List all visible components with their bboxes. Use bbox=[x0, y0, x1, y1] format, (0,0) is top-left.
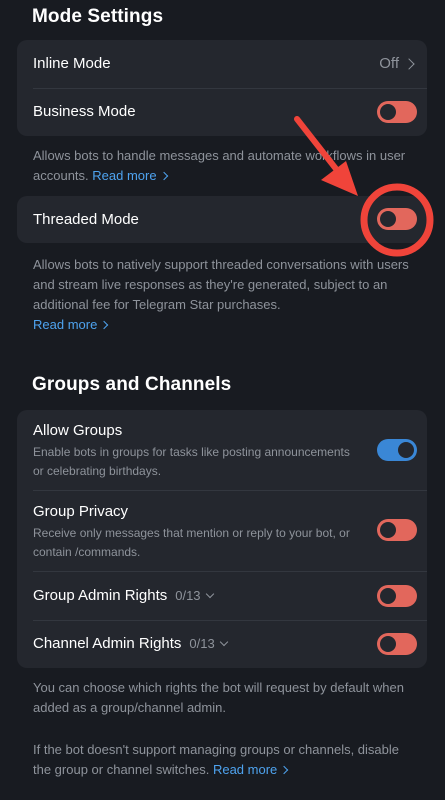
chevron-down-icon bbox=[205, 589, 214, 599]
chevron-right-icon bbox=[100, 320, 109, 330]
groups-card: Allow Groups Enable bots in groups for t… bbox=[17, 410, 427, 668]
toggle-knob bbox=[398, 442, 414, 458]
business-mode-row[interactable]: Business Mode bbox=[17, 88, 427, 136]
threaded-desc-text: Allows bots to natively support threaded… bbox=[33, 257, 409, 312]
business-read-more-link[interactable]: Read more bbox=[92, 168, 168, 183]
inline-mode-row[interactable]: Inline Mode Off bbox=[17, 40, 427, 88]
channel-admin-rights-row[interactable]: Channel Admin Rights 0/13 bbox=[17, 620, 427, 668]
switch-read-more-link[interactable]: Read more bbox=[212, 762, 289, 777]
threaded-mode-description: Allows bots to natively support threaded… bbox=[33, 255, 418, 335]
toggle-knob bbox=[380, 104, 396, 120]
toggle-knob bbox=[380, 211, 396, 227]
toggle-knob bbox=[380, 636, 396, 652]
threaded-mode-row[interactable]: Threaded Mode bbox=[17, 196, 427, 243]
group-admin-rights-toggle[interactable] bbox=[377, 585, 417, 607]
business-mode-toggle[interactable] bbox=[377, 101, 417, 123]
threaded-mode-card: Threaded Mode bbox=[17, 196, 427, 243]
channel-admin-rights-count: 0/13 bbox=[189, 636, 215, 651]
group-privacy-subtitle: Receive only messages that mention or re… bbox=[33, 526, 350, 559]
rights-description: You can choose which rights the bot will… bbox=[33, 680, 404, 715]
toggle-knob bbox=[380, 522, 396, 538]
toggle-knob bbox=[380, 588, 396, 604]
channel-admin-rights-label: Channel Admin Rights 0/13 bbox=[33, 635, 228, 652]
chevron-down-icon bbox=[219, 637, 228, 647]
group-admin-rights-text: Group Admin Rights bbox=[33, 587, 168, 604]
section-title-mode-settings: Mode Settings bbox=[32, 6, 164, 27]
mode-settings-card: Inline Mode Off Business Mode bbox=[17, 40, 427, 136]
group-admin-rights-label: Group Admin Rights 0/13 bbox=[33, 587, 214, 604]
group-admin-rights-row[interactable]: Group Admin Rights 0/13 bbox=[17, 572, 427, 620]
inline-mode-label: Inline Mode bbox=[33, 55, 111, 72]
group-privacy-row[interactable]: Group Privacy Receive only messages that… bbox=[17, 491, 427, 571]
threaded-read-more-link[interactable]: Read more bbox=[33, 317, 109, 332]
business-mode-label: Business Mode bbox=[33, 103, 136, 120]
allow-groups-row[interactable]: Allow Groups Enable bots in groups for t… bbox=[17, 410, 427, 490]
allow-groups-label: Allow Groups bbox=[33, 422, 123, 439]
allow-groups-toggle[interactable] bbox=[377, 439, 417, 461]
read-more-label: Read more bbox=[92, 168, 157, 183]
business-mode-description: Allows bots to handle messages and autom… bbox=[33, 146, 418, 186]
allow-groups-subtitle: Enable bots in groups for tasks like pos… bbox=[33, 445, 350, 478]
threaded-mode-label: Threaded Mode bbox=[33, 211, 139, 228]
inline-mode-value: Off bbox=[379, 55, 399, 72]
read-more-label: Read more bbox=[33, 317, 98, 332]
group-admin-rights-count: 0/13 bbox=[175, 588, 201, 603]
chevron-right-icon bbox=[403, 58, 415, 70]
group-privacy-label: Group Privacy bbox=[33, 503, 129, 520]
business-desc-text: Allows bots to handle messages and autom… bbox=[33, 148, 406, 183]
chevron-right-icon bbox=[159, 171, 168, 181]
chevron-right-icon bbox=[280, 765, 289, 775]
channel-admin-rights-toggle[interactable] bbox=[377, 633, 417, 655]
channel-admin-rights-text: Channel Admin Rights bbox=[33, 635, 182, 652]
read-more-label: Read more bbox=[212, 762, 278, 777]
group-privacy-toggle[interactable] bbox=[377, 519, 417, 541]
threaded-mode-toggle[interactable] bbox=[377, 208, 417, 230]
switch-description: If the bot doesn't support managing grou… bbox=[33, 740, 418, 780]
section-title-groups-channels: Groups and Channels bbox=[32, 374, 232, 395]
